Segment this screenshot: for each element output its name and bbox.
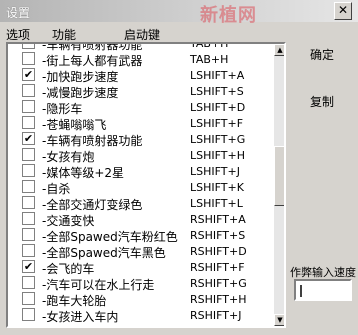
title-bar: 设置 新植网 ✕ <box>0 0 358 26</box>
menu-options[interactable]: 选项 <box>6 26 30 43</box>
speed-label: 作弊输入速度 <box>290 266 356 279</box>
cheat-row[interactable]: -全部交通灯变绿色 LSHIFT+L <box>8 195 272 212</box>
scroll-thumb[interactable] <box>274 146 284 206</box>
cheat-row[interactable]: -减慢跑步速度 LSHIFT+S <box>8 83 272 100</box>
ok-button[interactable]: 确定 <box>310 46 334 63</box>
cheat-checkbox[interactable] <box>22 148 35 161</box>
slider-handle[interactable] <box>300 285 302 297</box>
copy-button[interactable]: 复制 <box>310 93 334 110</box>
cheat-checkbox[interactable] <box>22 244 35 257</box>
column-header-hotkey: 启动键 <box>124 28 161 42</box>
menu-bar: 选项 功能 启动键 <box>0 24 358 42</box>
cheat-hotkey: RSHIFT+S <box>190 229 246 242</box>
cheat-checkbox[interactable] <box>22 44 35 49</box>
cheat-hotkey: LSHIFT+S <box>190 85 244 98</box>
cheat-checkbox[interactable] <box>22 52 35 65</box>
cheat-hotkey: LSHIFT+D <box>190 101 246 114</box>
column-header-function: 功能 <box>52 28 77 42</box>
cheat-hotkey: LSHIFT+J <box>190 165 240 178</box>
speed-slider[interactable] <box>294 279 352 301</box>
cheat-row[interactable]: ✔ -会飞的车 RSHIFT+F <box>8 259 272 276</box>
cheat-row[interactable]: -汽车可以在水上行走 RSHIFT+G <box>8 275 272 292</box>
cheat-checkbox[interactable] <box>22 212 35 225</box>
cheat-checkbox[interactable] <box>22 116 35 129</box>
cheat-row[interactable]: -自杀 LSHIFT+K <box>8 179 272 196</box>
cheat-hotkey: RSHIFT+H <box>190 293 247 306</box>
cheat-hotkey: LSHIFT+A <box>190 69 245 82</box>
cheat-row[interactable]: -全部Spawed汽车粉红色 RSHIFT+S <box>8 227 272 244</box>
cheat-row[interactable]: -全部Spawed汽车黑色 RSHIFT+D <box>8 243 272 260</box>
window-title: 设置 <box>6 6 31 20</box>
cheat-row[interactable]: -媒体等级+2星 LSHIFT+J <box>8 163 272 180</box>
cheat-row[interactable]: -跑车大轮胎 RSHIFT+H <box>8 291 272 308</box>
cheat-row[interactable]: ✔ -车辆有喷射器功能 LSHIFT+G <box>8 131 272 148</box>
cheat-hotkey: RSHIFT+G <box>190 277 247 290</box>
cheat-list[interactable]: -车辆有喷射器功能 TAB+H -街上每人都有武器 TAB+H ✔ -加快跑步速度 LSHI… <box>6 42 286 328</box>
cheat-checkbox[interactable]: ✔ <box>22 260 35 273</box>
cheat-row[interactable]: -车辆有喷射器功能 TAB+H <box>8 42 272 52</box>
cheat-checkbox[interactable] <box>22 100 35 113</box>
cheat-checkbox[interactable]: ✔ <box>22 68 35 81</box>
cheat-row[interactable]: -交通变快 RSHIFT+A <box>8 211 272 228</box>
cheat-hotkey: RSHIFT+A <box>190 213 246 226</box>
cheat-checkbox[interactable] <box>22 84 35 97</box>
vertical-scrollbar[interactable]: ▲ ▼ <box>274 44 284 326</box>
cheat-checkbox[interactable] <box>22 164 35 177</box>
cheat-row[interactable]: -隐形车 LSHIFT+D <box>8 99 272 116</box>
cheat-hotkey: LSHIFT+K <box>190 181 244 194</box>
cheat-row[interactable]: ✔ -加快跑步速度 LSHIFT+A <box>8 67 272 84</box>
cheat-hotkey: RSHIFT+D <box>190 245 247 258</box>
cheat-hotkey: TAB+H <box>190 53 229 66</box>
scroll-down-icon[interactable]: ▼ <box>274 314 284 326</box>
cheat-checkbox[interactable] <box>22 292 35 305</box>
scroll-up-icon[interactable]: ▲ <box>274 44 284 56</box>
cheat-hotkey: LSHIFT+G <box>190 133 246 146</box>
cheat-hotkey: LSHIFT+L <box>190 197 243 210</box>
cheat-checkbox[interactable]: ✔ <box>22 132 35 145</box>
cheat-checkbox[interactable] <box>22 276 35 289</box>
cheat-hotkey: RSHIFT+F <box>190 261 245 274</box>
cheat-checkbox[interactable] <box>22 196 35 209</box>
cheat-hotkey: RSHIFT+J <box>190 309 242 322</box>
cheat-row[interactable]: -女孩进入车内 RSHIFT+J <box>8 307 272 324</box>
cheat-label: -女孩进入车内 <box>42 310 119 324</box>
cheat-row[interactable]: -街上每人都有武器 TAB+H <box>8 51 272 68</box>
close-button[interactable]: ✕ <box>334 2 352 20</box>
cheat-checkbox[interactable] <box>22 228 35 241</box>
cheat-hotkey: LSHIFT+F <box>190 117 244 130</box>
cheat-row[interactable]: -苍蝇嗡嗡飞 LSHIFT+F <box>8 115 272 132</box>
cheat-row[interactable]: -女孩有炮 LSHIFT+H <box>8 147 272 164</box>
cheat-hotkey: TAB+H <box>190 42 229 50</box>
cheat-hotkey: LSHIFT+H <box>190 149 245 162</box>
cheat-checkbox[interactable] <box>22 308 35 321</box>
cheat-checkbox[interactable] <box>22 180 35 193</box>
